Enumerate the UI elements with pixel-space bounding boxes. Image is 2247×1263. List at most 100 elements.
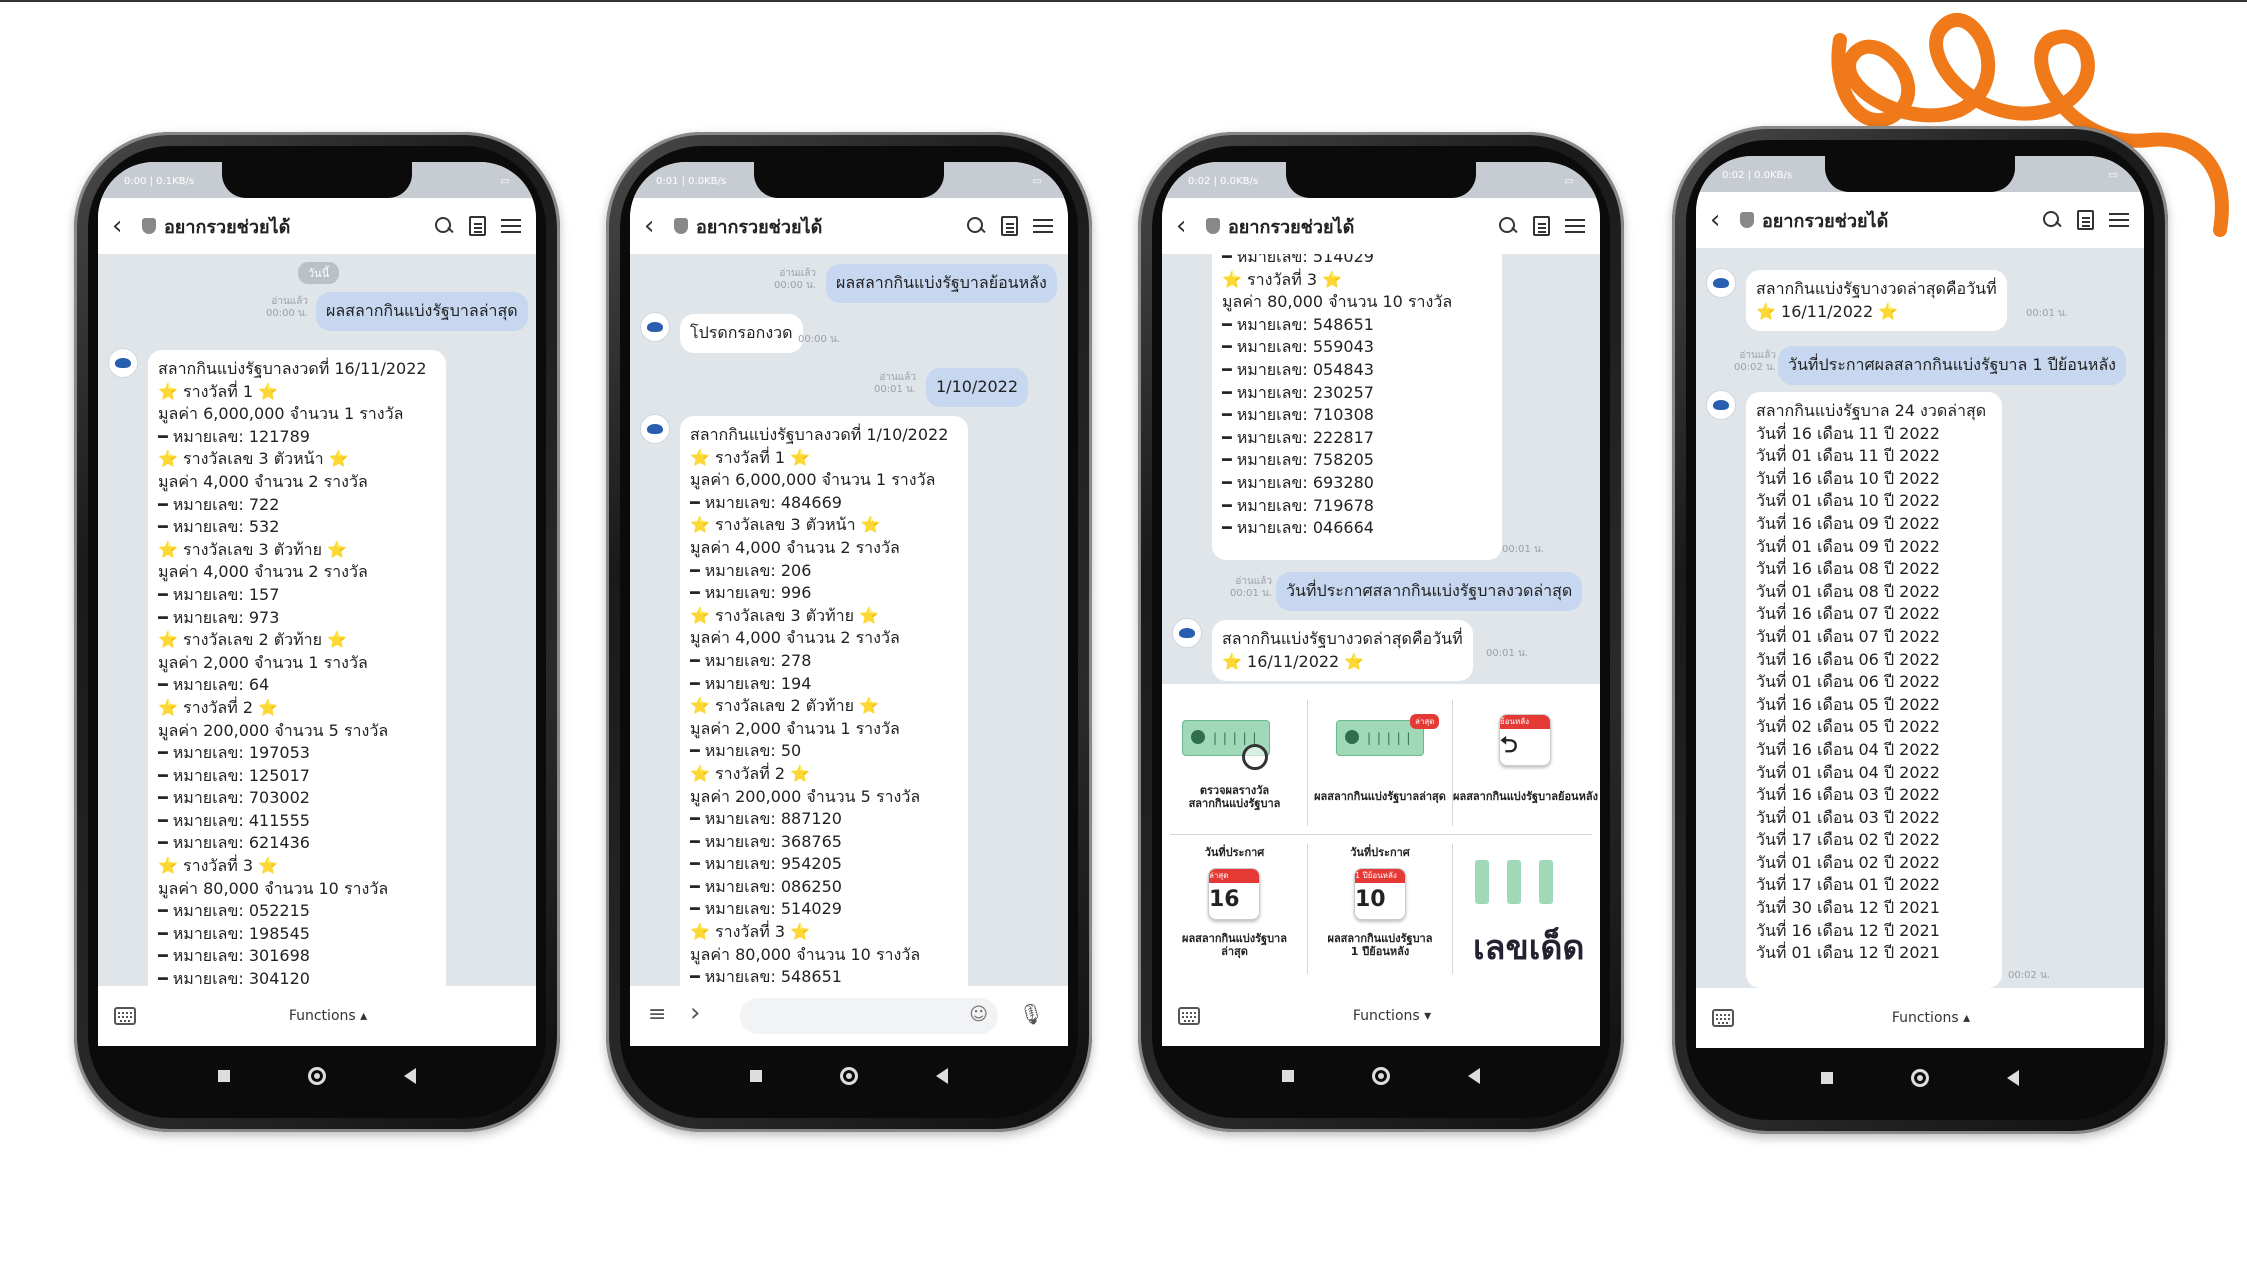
recents-icon[interactable] xyxy=(1821,1072,1833,1084)
message-time: 00:00 น. xyxy=(798,334,841,345)
notes-icon[interactable] xyxy=(469,216,486,236)
phone-4: 0:02 | 0.0KB/s ▭ ‹ อยากรวยช่วยได้ สลากกิน… xyxy=(1672,126,2168,1134)
recents-icon[interactable] xyxy=(750,1070,762,1082)
back-icon[interactable]: ‹ xyxy=(1176,211,1206,241)
check-results-button[interactable]: ตรวจผลรางวัล สลากกินแบ่งรัฐบาล xyxy=(1162,684,1307,834)
search-icon[interactable] xyxy=(965,215,987,237)
chevron-right-icon[interactable]: › xyxy=(690,998,700,1028)
battery-icon: ▭ xyxy=(1032,176,1042,187)
keyboard-icon[interactable] xyxy=(114,1007,136,1025)
functions-button[interactable]: Functions ▴ xyxy=(136,1008,520,1024)
bottom-bar: Functions ▴ xyxy=(98,986,536,1046)
magnifier-icon xyxy=(1242,744,1268,770)
battery-icon: ▭ xyxy=(1564,176,1574,187)
read-receipt: อ่านแล้ว 00:00 น. xyxy=(265,296,308,319)
status-text: 0:01 | 0.0KB/s xyxy=(656,176,727,187)
search-icon[interactable] xyxy=(1497,215,1519,237)
date-heading: วันที่ประกาศ xyxy=(1350,846,1410,859)
user-message: วันที่ประกาศสลากกินแบ่งรัฐบาลงวดล่าสุด xyxy=(1276,572,1583,611)
mic-icon[interactable]: 🎙 xyxy=(1019,1002,1044,1026)
status-text: 0:00 | 0.1KB/s xyxy=(124,176,195,187)
latest-date-button[interactable]: วันที่ประกาศ ล่าสุด 16 ผลสลากกินแบ่งรัฐบา… xyxy=(1162,836,1307,986)
recents-icon[interactable] xyxy=(1282,1070,1294,1082)
emoji-icon[interactable]: ☺ xyxy=(969,1004,988,1025)
back-nav-icon[interactable] xyxy=(2007,1070,2019,1086)
home-icon[interactable] xyxy=(1911,1069,1929,1087)
recents-icon[interactable] xyxy=(218,1070,230,1082)
bot-avatar xyxy=(640,414,670,444)
system-nav xyxy=(1696,1048,2144,1108)
notes-icon[interactable] xyxy=(2077,210,2094,230)
chat-title: อยากรวยช่วยได้ xyxy=(1228,216,1355,238)
phone-2-screen: 0:01 | 0.0KB/s ▭ ‹ อยากรวยช่วยได้ อ่านแล้… xyxy=(630,162,1068,1046)
notes-icon[interactable] xyxy=(1001,216,1018,236)
phone-3: 0:02 | 0.0KB/s ▭ ‹ อยากรวยช่วยได้ ━ หมายเ… xyxy=(1138,132,1624,1132)
lucky-numbers-button[interactable]: เลขเด็ด xyxy=(1453,836,1598,986)
shield-icon xyxy=(1206,218,1220,234)
menu-icon[interactable] xyxy=(500,215,522,237)
menu-icon[interactable] xyxy=(1564,215,1586,237)
home-icon[interactable] xyxy=(840,1067,858,1085)
status-text: 0:02 | 0.0KB/s xyxy=(1188,176,1259,187)
chat-area[interactable]: วันนี้ อ่านแล้ว 00:00 น. ผลสลากกินแบ่งรัฐ… xyxy=(98,254,536,986)
shield-icon xyxy=(142,218,156,234)
search-icon[interactable] xyxy=(433,215,455,237)
rich-menu: ตรวจผลรางวัล สลากกินแบ่งรัฐบาล ล่าสุด ผล… xyxy=(1162,684,1600,986)
functions-button[interactable]: Functions ▴ xyxy=(1734,1010,2128,1026)
app-bar: ‹ อยากรวยช่วยได้ xyxy=(98,198,536,254)
back-nav-icon[interactable] xyxy=(1468,1068,1480,1084)
keyboard-icon[interactable] xyxy=(1712,1009,1734,1027)
notes-icon[interactable] xyxy=(1533,216,1550,236)
bot-avatar xyxy=(1706,390,1736,420)
chat-area[interactable]: สลากกินแบ่งรัฐบางวดล่าสุดคือวันที่ ⭐ 16/… xyxy=(1696,248,2144,988)
chat-area[interactable]: ━ หมายเลข: 514029 ⭐ รางวัลที่ 3 ⭐ มูลค่า… xyxy=(1162,254,1600,684)
menu-icon[interactable]: ≡ xyxy=(648,1002,666,1027)
back-nav-icon[interactable] xyxy=(404,1068,416,1084)
read-receipt: อ่านแล้ว 00:00 น. xyxy=(773,268,816,291)
search-icon[interactable] xyxy=(2041,209,2063,231)
back-icon[interactable]: ‹ xyxy=(112,211,142,241)
home-icon[interactable] xyxy=(308,1067,326,1085)
date-heading: วันที่ประกาศ xyxy=(1204,846,1265,859)
message-time: 00:01 น. xyxy=(2026,308,2069,319)
chat-area[interactable]: อ่านแล้ว 00:00 น. ผลสลากกินแบ่งรัฐบาลย้อน… xyxy=(630,254,1068,986)
phone-4-screen: 0:02 | 0.0KB/s ▭ ‹ อยากรวยช่วยได้ สลากกิน… xyxy=(1696,156,2144,1048)
keyboard-icon[interactable] xyxy=(1178,1007,1200,1025)
user-message: วันที่ประกาศผลสลากกินแบ่งรัฐบาล 1 ปีย้อน… xyxy=(1778,346,2126,385)
back-icon[interactable]: ‹ xyxy=(644,211,674,241)
message-input[interactable] xyxy=(740,998,998,1034)
calendar-number: 10 xyxy=(1355,887,1386,912)
compose-bar: ≡ › ☺ 🎙 xyxy=(630,986,1068,1046)
bot-message: ━ หมายเลข: 514029 ⭐ รางวัลที่ 3 ⭐ มูลค่า… xyxy=(1212,254,1502,560)
latest-date-label: ผลสลากกินแบ่งรัฐบาล ล่าสุด xyxy=(1182,932,1287,958)
new-badge: ล่าสุด xyxy=(1410,714,1440,729)
latest-results-label: ผลสลากกินแบ่งรัฐบาลล่าสุด xyxy=(1314,790,1446,803)
battery-icon: ▭ xyxy=(2108,170,2118,181)
user-message: ผลสลากกินแบ่งรัฐบาลล่าสุด xyxy=(316,292,528,331)
bot-message: สลากกินแบ่งรัฐบางวดล่าสุดคือวันที่ ⭐ 16/… xyxy=(1212,620,1473,682)
shield-icon xyxy=(1740,212,1754,228)
phone-3-screen: 0:02 | 0.0KB/s ▭ ‹ อยากรวยช่วยได้ ━ หมายเ… xyxy=(1162,162,1600,1046)
latest-results-button[interactable]: ล่าสุด ผลสลากกินแบ่งรัฐบาลล่าสุด xyxy=(1308,684,1452,834)
menu-icon[interactable] xyxy=(1032,215,1054,237)
app-bar: ‹ อยากรวยช่วยได้ xyxy=(1696,192,2144,248)
phone-1: 0:00 | 0.1KB/s ▭ ‹ อยากรวยช่วยได้ วันนี้ … xyxy=(74,132,560,1132)
bot-avatar xyxy=(640,312,670,342)
bot-avatar xyxy=(1172,618,1202,648)
app-bar: ‹ อยากรวยช่วยได้ xyxy=(630,198,1068,254)
bot-avatar xyxy=(108,348,138,378)
user-message: ผลสลากกินแบ่งรัฐบาลย้อนหลัง xyxy=(826,264,1057,303)
menu-icon[interactable] xyxy=(2108,209,2130,231)
bottom-bar: Functions ▾ xyxy=(1162,986,1600,1046)
history-results-button[interactable]: ย้อนหลัง ⮌ ผลสลากกินแบ่งรัฐบาลย้อนหลัง xyxy=(1453,684,1598,834)
back-nav-icon[interactable] xyxy=(936,1068,948,1084)
phone-2: 0:01 | 0.0KB/s ▭ ‹ อยากรวยช่วยได้ อ่านแล้… xyxy=(606,132,1092,1132)
functions-button[interactable]: Functions ▾ xyxy=(1200,1008,1584,1024)
bot-message: โปรดกรอกงวด xyxy=(680,314,803,353)
bot-message: สลากกินแบ่งรัฐบางวดล่าสุดคือวันที่ ⭐ 16/… xyxy=(1746,270,2007,332)
home-icon[interactable] xyxy=(1372,1067,1390,1085)
year-history-date-button[interactable]: วันที่ประกาศ 1 ปีย้อนหลัง 10 ผลสลากกินแบ่… xyxy=(1308,836,1452,986)
history-badge: ย้อนหลัง xyxy=(1500,715,1550,729)
chat-title: อยากรวยช่วยได้ xyxy=(164,216,291,238)
back-icon[interactable]: ‹ xyxy=(1710,205,1740,235)
